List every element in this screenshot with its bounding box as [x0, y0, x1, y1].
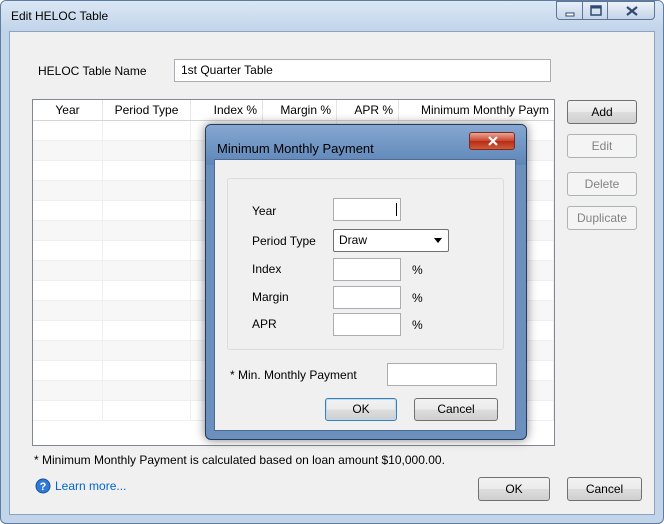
maximize-icon — [590, 5, 602, 16]
table-cell — [33, 361, 103, 381]
table-cell — [33, 241, 103, 261]
table-cell — [33, 321, 103, 341]
dialog-client-area: Year Period Type Draw Index % Margin % A… — [214, 159, 516, 431]
maximize-button[interactable] — [582, 1, 608, 20]
min-payment-label: * Min. Monthly Payment — [230, 368, 357, 382]
margin-input[interactable] — [333, 286, 401, 309]
apr-percent-sign: % — [412, 318, 423, 332]
table-cell — [103, 381, 191, 401]
table-cell — [103, 261, 191, 281]
table-cell — [33, 261, 103, 281]
table-cell — [103, 341, 191, 361]
table-cell — [103, 141, 191, 161]
table-cell — [33, 201, 103, 221]
year-input[interactable] — [333, 198, 401, 221]
close-button[interactable] — [607, 1, 655, 20]
column-header-min-monthly-payment[interactable]: Minimum Monthly Paym — [399, 100, 554, 120]
min-payment-input[interactable] — [387, 363, 497, 386]
grid-header: Year Period Type Index % Margin % APR % … — [33, 100, 554, 121]
table-cell — [33, 341, 103, 361]
table-cell — [33, 381, 103, 401]
year-label: Year — [252, 204, 277, 218]
table-cell — [103, 221, 191, 241]
chevron-down-icon — [434, 238, 442, 243]
index-label: Index — [252, 262, 282, 276]
table-cell — [103, 121, 191, 141]
table-cell — [103, 281, 191, 301]
index-percent-sign: % — [412, 263, 423, 277]
period-type-select[interactable]: Draw — [333, 229, 449, 252]
apr-label: APR — [252, 317, 277, 331]
dialog-title: Minimum Monthly Payment — [217, 141, 374, 156]
close-icon — [488, 136, 498, 146]
dialog-close-button[interactable] — [469, 132, 515, 150]
apr-input[interactable] — [333, 313, 401, 336]
minimize-button[interactable] — [556, 1, 583, 20]
svg-text:?: ? — [40, 481, 47, 493]
period-type-label: Period Type — [252, 234, 316, 248]
table-cell — [103, 301, 191, 321]
close-icon — [626, 6, 638, 16]
table-cell — [103, 161, 191, 181]
column-header-index[interactable]: Index % — [191, 100, 263, 120]
table-cell — [33, 401, 103, 421]
index-input[interactable] — [333, 258, 401, 281]
table-cell — [103, 361, 191, 381]
help-icon[interactable]: ? — [35, 478, 51, 494]
delete-button[interactable]: Delete — [567, 172, 637, 196]
table-cell — [33, 281, 103, 301]
main-window: Edit HELOC Table HELOC Table Name 1st Qu… — [0, 0, 664, 524]
table-cell — [33, 221, 103, 241]
min-monthly-payment-dialog: Minimum Monthly Payment Year Period Type… — [205, 124, 527, 440]
text-cursor — [396, 203, 397, 216]
table-cell — [33, 161, 103, 181]
table-cell — [103, 201, 191, 221]
learn-more-link[interactable]: Learn more... — [55, 479, 126, 493]
ok-button[interactable]: OK — [478, 477, 550, 501]
column-header-period-type[interactable]: Period Type — [103, 100, 191, 120]
table-name-label: HELOC Table Name — [38, 64, 147, 78]
title-bar[interactable]: Edit HELOC Table — [1, 1, 663, 31]
footnote-text: * Minimum Monthly Payment is calculated … — [34, 453, 445, 467]
table-name-input[interactable]: 1st Quarter Table — [174, 59, 551, 82]
table-cell — [103, 401, 191, 421]
table-cell — [33, 181, 103, 201]
duplicate-button[interactable]: Duplicate — [567, 206, 637, 230]
margin-label: Margin — [252, 290, 289, 304]
table-cell — [103, 241, 191, 261]
table-cell — [33, 141, 103, 161]
column-header-year[interactable]: Year — [33, 100, 103, 120]
period-type-value: Draw — [339, 233, 368, 247]
table-cell — [33, 121, 103, 141]
column-header-apr[interactable]: APR % — [337, 100, 399, 120]
column-header-margin[interactable]: Margin % — [263, 100, 337, 120]
table-cell — [33, 301, 103, 321]
minimize-icon — [565, 12, 575, 17]
edit-button[interactable]: Edit — [567, 134, 637, 158]
margin-percent-sign: % — [412, 291, 423, 305]
table-cell — [103, 181, 191, 201]
add-button[interactable]: Add — [567, 100, 637, 124]
dialog-ok-button[interactable]: OK — [325, 398, 397, 421]
window-title: Edit HELOC Table — [11, 9, 109, 23]
dialog-cancel-button[interactable]: Cancel — [414, 398, 498, 421]
table-name-value: 1st Quarter Table — [181, 63, 273, 77]
table-cell — [103, 321, 191, 341]
cancel-button[interactable]: Cancel — [567, 477, 642, 501]
